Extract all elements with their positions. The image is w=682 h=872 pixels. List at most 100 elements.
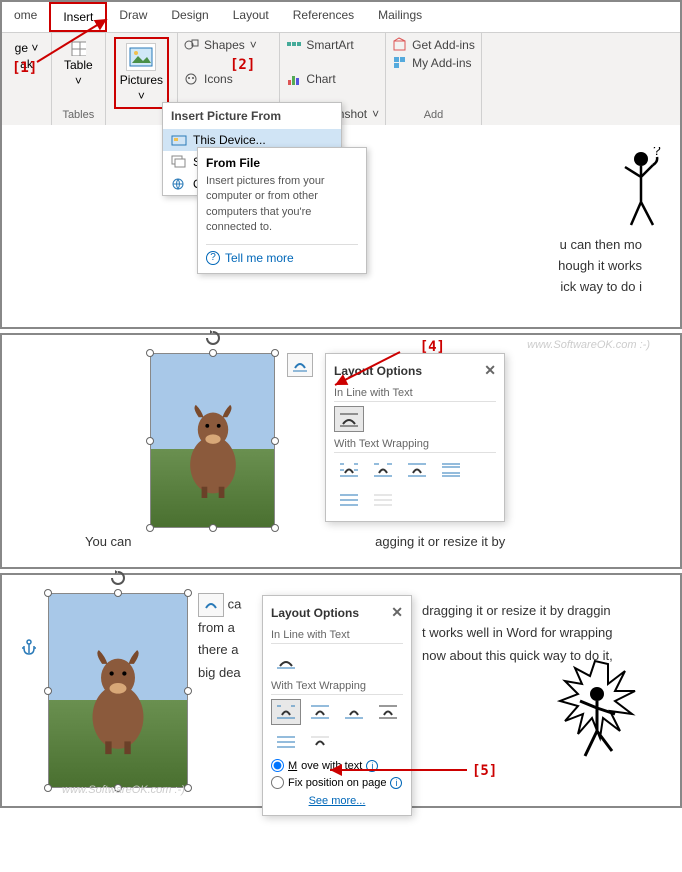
tab-mailings[interactable]: Mailings [366,2,434,32]
anchor-icon [20,638,38,656]
info-icon[interactable]: i [390,777,402,789]
info-icon[interactable]: i [366,760,378,772]
wrap-tight[interactable] [305,699,335,725]
smartart-icon [286,37,301,52]
table-button[interactable]: Table ˅ [60,37,97,92]
tab-draw[interactable]: Draw [107,2,159,32]
close-button[interactable]: ✕ [484,362,496,379]
resize-handle[interactable] [184,784,192,792]
my-addins-button[interactable]: My Add-ins [392,55,475,70]
radio-input[interactable] [271,776,284,789]
popup-title-text: Layout Options [271,606,359,620]
wrap-square[interactable] [334,457,364,483]
stick-figure-burst [530,656,660,796]
resize-handle[interactable] [146,524,154,532]
help-icon: ? [206,251,220,265]
doc-text-frag: hough it works [558,258,642,273]
resize-handle[interactable] [184,687,192,695]
wrap-inline[interactable] [271,648,301,674]
layout-options-popup: Layout Options ✕ In Line with Text With … [325,353,505,522]
watermark: www.SoftwareOK.com :-) [62,784,185,796]
layout-icon [202,598,220,612]
shapes-button[interactable]: Shapes ˅ [184,37,273,52]
resize-handle[interactable] [44,687,52,695]
tooltip-title: From File [206,156,358,170]
svg-text:?: ? [653,147,661,158]
wrap-through[interactable] [402,457,432,483]
globe-icon [171,177,187,191]
ribbon-tabs: ome Insert Draw Design Layout References… [2,2,680,33]
tab-design[interactable]: Design [159,2,220,32]
layout-options-popup-2: Layout Options ✕ In Line with Text With … [262,595,412,816]
smartart-button[interactable]: SmartArt [286,37,379,52]
stick-figure-thinking: ? [613,147,668,232]
resize-handle[interactable] [209,524,217,532]
resize-handle[interactable] [209,349,217,357]
layout-options-button[interactable] [198,593,224,617]
device-icon [171,133,187,147]
addins-icon [392,55,407,70]
doc-text-frag: ick way to do i [560,279,642,294]
inline-section-label: In Line with Text [271,629,403,644]
annotation-2: [2] [230,57,255,73]
tooltip-body: Insert pictures from your computer or fr… [206,174,358,236]
wrap-through[interactable] [339,699,369,725]
resize-handle[interactable] [184,589,192,597]
chart-button[interactable]: Chart [286,72,379,87]
radio-fix-position[interactable]: Fix position on page i [271,776,403,789]
inserted-image[interactable] [150,353,275,528]
close-button[interactable]: ✕ [391,604,403,621]
rotate-handle-icon[interactable] [109,569,127,587]
resize-handle[interactable] [271,349,279,357]
tooltip-link[interactable]: ? Tell me more [206,244,358,265]
resize-handle[interactable] [44,784,52,792]
table-icon [71,41,86,56]
doc-text-frag: ca [228,597,242,612]
tab-insert[interactable]: Insert [49,2,107,32]
radio-move-with-text[interactable]: Move with text i [271,759,403,772]
doc-text-frag: from a [198,620,235,635]
doc-text-frag: t works well in Word for wrapping [422,625,613,640]
watermark: www.SoftwareOK.com :-) [527,339,650,351]
see-more-link[interactable]: See more... [271,795,403,807]
get-addins-button[interactable]: Get Add-ins [392,37,475,52]
inserted-image-2[interactable] [48,593,188,788]
resize-handle[interactable] [271,524,279,532]
wrap-topbottom[interactable] [436,457,466,483]
wrap-square[interactable] [271,699,301,725]
rotate-handle-icon[interactable] [204,329,222,347]
wrapping-section-label: With Text Wrapping [334,438,496,453]
tab-references[interactable]: References [281,2,366,32]
wrap-behind[interactable] [334,487,364,513]
doc-text-frag: big dea [198,665,241,680]
resize-handle[interactable] [271,437,279,445]
pictures-label: Pictures [120,73,163,87]
layout-icon [291,358,309,372]
annotation-1: [1] [12,60,37,76]
wrap-front[interactable] [368,487,398,513]
wrapping-section-label: With Text Wrapping [271,680,403,695]
store-icon [392,37,407,52]
tab-home[interactable]: ome [2,2,49,32]
wrap-tight[interactable] [368,457,398,483]
wrap-behind[interactable] [271,729,301,755]
doc-text-frag: dragging it or resize it by draggin [422,603,611,618]
tab-layout[interactable]: Layout [221,2,281,32]
annotation-5: [5] [472,763,497,779]
radio-input[interactable] [271,759,284,772]
popup-title-text: Layout Options [334,364,422,378]
pictures-button[interactable]: Pictures ˅ [114,37,169,109]
icons-button[interactable]: Icons [184,72,273,87]
layout-options-button[interactable] [287,353,313,377]
wrap-topbottom[interactable] [373,699,403,725]
doc-text-frag: agging it or resize it by [375,534,505,549]
doc-text-frag: You can [85,534,132,549]
wrap-inline[interactable] [334,406,364,432]
annotation-4: [4] [420,339,445,355]
dropdown-title: Insert Picture From [163,103,341,129]
doc-text-frag: u can then mo [560,237,642,252]
resize-handle[interactable] [146,437,154,445]
wrap-front[interactable] [305,729,335,755]
chart-icon [286,72,301,87]
inline-section-label: In Line with Text [334,387,496,402]
